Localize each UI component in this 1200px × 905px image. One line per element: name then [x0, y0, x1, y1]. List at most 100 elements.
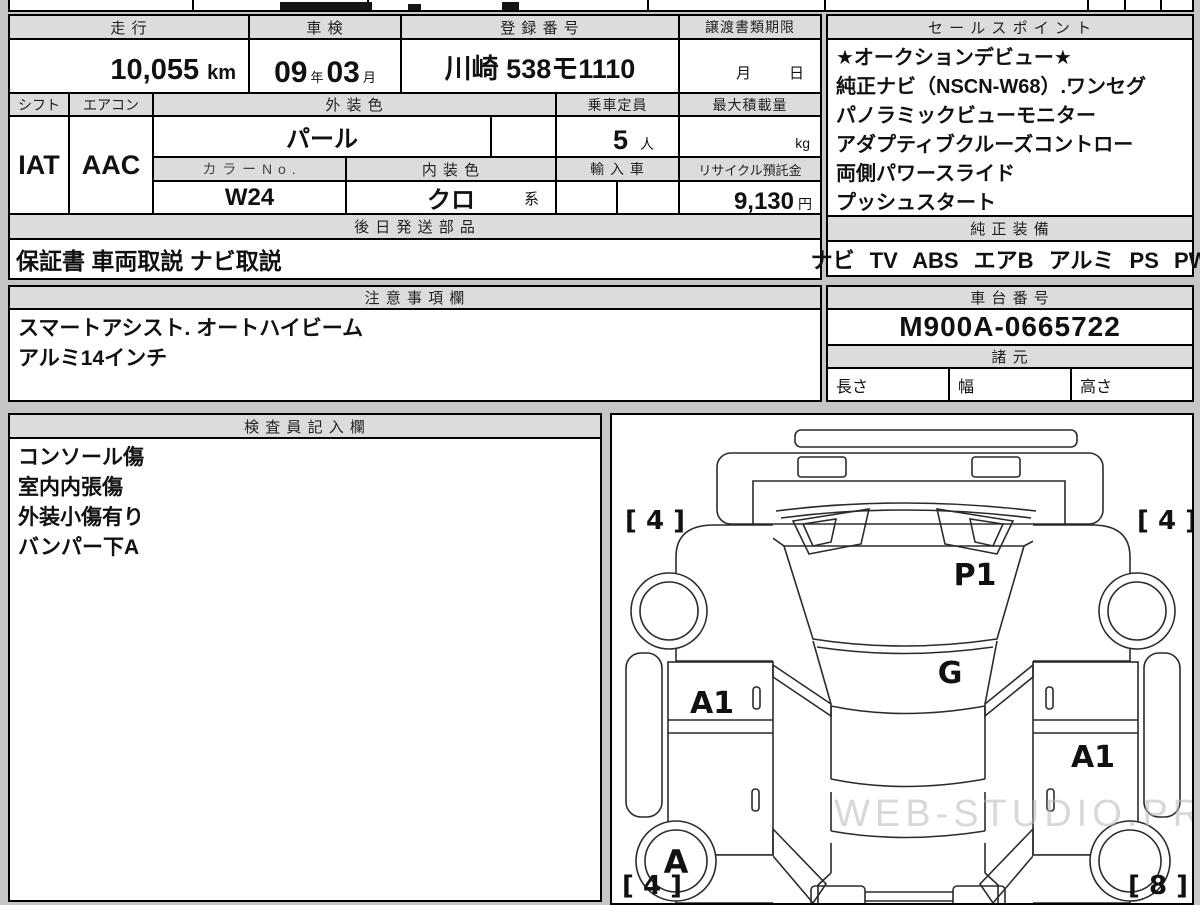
color-no-value: W24: [224, 183, 275, 211]
import-empty-cell-1: [555, 180, 618, 215]
sales-point-line: プッシュスタート: [836, 192, 996, 214]
registration-header-label: 登 録 番 号: [500, 19, 580, 37]
capacity-value: 5: [612, 125, 628, 155]
sales-points-header: セ ー ル ス ポ イ ン ト: [826, 14, 1194, 40]
notes-header: 注 意 事 項 欄: [8, 285, 822, 310]
exterior-color-empty-cell: [490, 115, 557, 158]
interior-color-value-cell: クロ 系: [345, 180, 557, 215]
note-line: アルミ14インチ: [18, 347, 168, 370]
later-parts-value-cell: 保証書 車両取説 ナビ取説: [8, 238, 822, 280]
dimension-length-label: 長さ: [836, 378, 869, 396]
aircon-header: エアコン: [68, 92, 154, 117]
inspection-year-suffix: 年: [310, 70, 324, 85]
inspection-value-cell: 09 年 03 月: [248, 38, 402, 94]
dimension-width-cell: 幅: [948, 367, 1072, 402]
recycle-fee-header-label: リサイクル預託金: [698, 162, 802, 178]
deadline-day-label: 日: [788, 65, 804, 82]
inspection-header-label: 車 検: [306, 19, 344, 37]
cropped-cell-border: [192, 0, 194, 12]
chassis-value: M900A-0665722: [899, 311, 1121, 342]
chassis-header-label: 車 台 番 号: [970, 290, 1050, 307]
dimensions-header-label: 諸 元: [991, 349, 1029, 366]
inspector-header: 検 査 員 記 入 欄: [8, 413, 602, 439]
interior-color-suffix: 系: [523, 191, 539, 208]
equipment-value: ナビ TV ABS エアB アルミ PS PW: [810, 247, 1200, 273]
cropped-cell-border: [647, 0, 649, 12]
inspector-line: 外装小傷有り: [18, 506, 144, 529]
aircon-header-label: エアコン: [83, 96, 139, 113]
shift-header-label: シフト: [18, 96, 60, 113]
dimension-height-label: 高さ: [1080, 378, 1113, 396]
inspector-box: コンソール傷 室内内張傷 外装小傷有り バンパー下A: [8, 437, 602, 902]
interior-color-value: クロ: [427, 187, 475, 214]
color-no-header: カ ラ ー N o .: [152, 156, 347, 182]
dimension-length-cell: 長さ: [826, 367, 950, 402]
front-right-tire-score: [ 4 ]: [1137, 506, 1192, 536]
cropped-cell-border: [1087, 0, 1089, 12]
dimension-width-label: 幅: [958, 378, 975, 396]
cropped-text-fragment: [408, 4, 421, 10]
cropped-cell-border: [824, 0, 826, 12]
cropped-text-fragment: [280, 2, 372, 10]
inspection-header: 車 検: [248, 14, 402, 40]
cropped-cell-border: [1124, 0, 1126, 12]
capacity-value-cell: 5 人: [555, 115, 680, 158]
mileage-unit: km: [207, 62, 236, 84]
rear-left-tire-score: [ 4 ]: [622, 871, 682, 901]
interior-color-header: 内 装 色: [345, 156, 557, 182]
shift-header: シフト: [8, 92, 70, 117]
deadline-month-label: 月: [735, 65, 751, 82]
notes-box: スマートアシスト. オートハイビーム アルミ14インチ: [8, 308, 822, 402]
transfer-deadline-header: 譲渡書類期限: [678, 14, 822, 40]
max-load-value-cell: kg: [678, 115, 822, 158]
inspector-line: コンソール傷: [18, 446, 144, 469]
registration-header: 登 録 番 号: [400, 14, 680, 40]
recycle-fee-header: リサイクル預託金: [678, 156, 822, 182]
transfer-deadline-value-cell: 月 日: [678, 38, 822, 94]
mileage-header: 走 行: [8, 14, 250, 40]
chassis-value-cell: M900A-0665722: [826, 308, 1194, 346]
car-diagram-box: [ 4 ] [ 4 ] P1 G A1 A1 A [ 4 ] [ 8 ] WEB…: [610, 413, 1194, 905]
recycle-fee-unit: 円: [798, 196, 812, 212]
inspector-header-label: 検 査 員 記 入 欄: [244, 418, 366, 436]
exterior-color-value-cell: パール: [152, 115, 492, 158]
import-header: 輸 入 車: [555, 156, 680, 182]
registration-value: 川崎 538モ1110: [444, 53, 636, 84]
sales-point-line: アダプティブクルーズコントロー: [836, 134, 1134, 156]
car-cabin-section: [810, 705, 1006, 903]
sales-points-header-label: セ ー ル ス ポ イ ン ト: [927, 19, 1093, 37]
capacity-unit: 人: [640, 136, 654, 152]
max-load-unit: kg: [795, 135, 810, 151]
equipment-header: 純 正 装 備: [826, 215, 1194, 242]
import-empty-cell-2: [616, 180, 680, 215]
exterior-color-value: パール: [286, 126, 358, 153]
sales-point-line: パノラミックビューモニター: [836, 105, 1096, 127]
recycle-fee-value: 9,130: [733, 188, 794, 215]
left-rocker-strip: [625, 652, 663, 818]
cropped-cell-border: [1160, 0, 1162, 12]
exterior-color-header-label: 外 装 色: [325, 97, 384, 114]
equipment-value-cell: ナビ TV ABS エアB アルミ PS PW: [811, 240, 1200, 277]
right-door-damage-mark: A1: [1071, 740, 1115, 775]
max-load-header-label: 最大積載量: [712, 96, 788, 113]
capacity-header: 乗車定員: [555, 92, 680, 117]
inspection-month: 03: [326, 56, 360, 89]
chassis-header: 車 台 番 号: [826, 285, 1194, 310]
shift-value: IAT: [18, 149, 60, 180]
left-door-damage-mark: A1: [690, 686, 734, 721]
interior-color-header-label: 内 装 色: [421, 161, 481, 179]
mileage-value-cell: 10,055 km: [8, 38, 250, 94]
color-no-header-label: カ ラ ー N o .: [202, 161, 297, 177]
notes-header-label: 注 意 事 項 欄: [364, 290, 466, 307]
mileage-header-label: 走 行: [110, 19, 148, 37]
inspection-year: 09: [274, 56, 308, 89]
equipment-header-label: 純 正 装 備: [970, 221, 1050, 238]
exterior-color-header: 外 装 色: [152, 92, 557, 117]
registration-value-cell: 川崎 538モ1110: [400, 38, 680, 94]
sales-point-line: 両側パワースライド: [836, 163, 1015, 185]
inspector-line: バンパー下A: [18, 536, 140, 559]
front-left-tire-score: [ 4 ]: [625, 506, 685, 536]
cropped-text-fragment: [502, 2, 519, 10]
color-no-value-cell: W24: [152, 180, 347, 215]
transfer-deadline-header-label: 譲渡書類期限: [705, 19, 795, 35]
